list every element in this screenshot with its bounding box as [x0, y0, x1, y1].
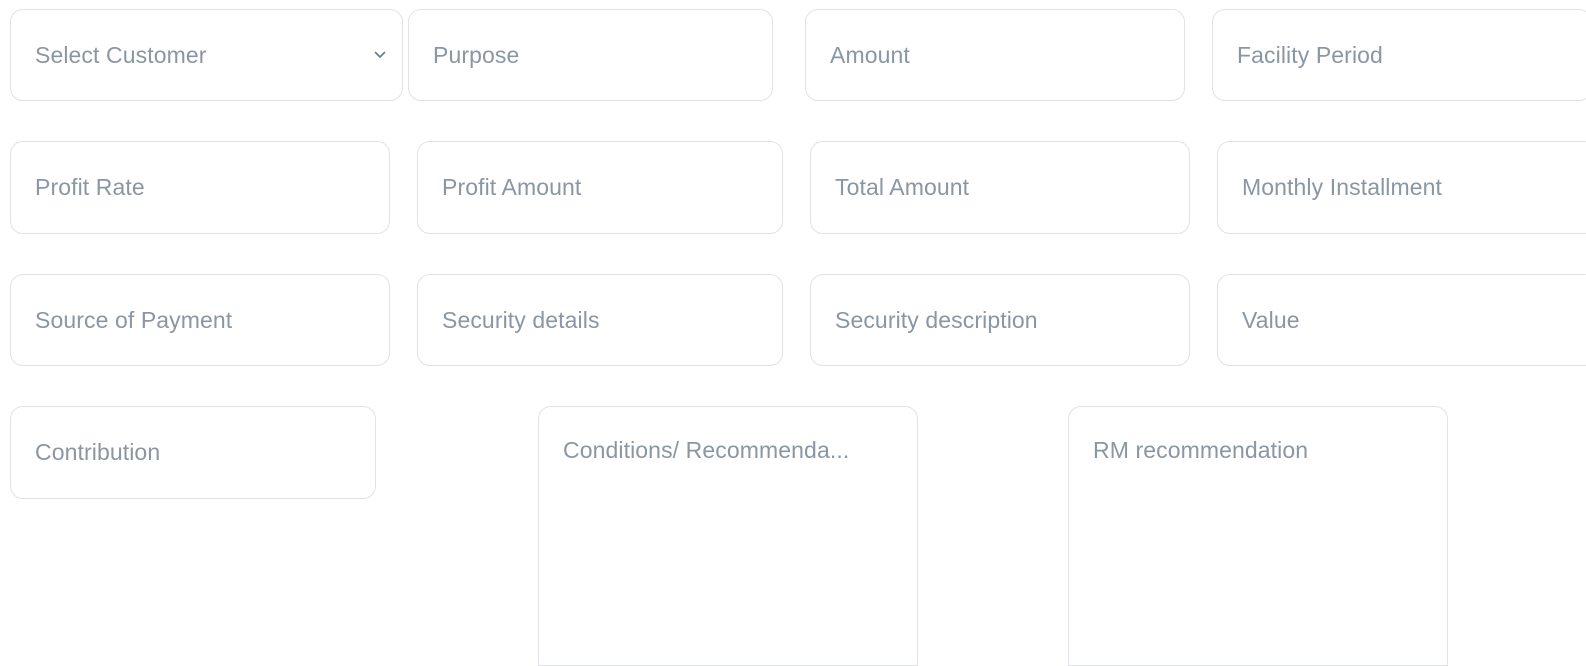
chevron-down-icon	[374, 49, 386, 61]
rm-recommendation-placeholder: RM recommendation	[1093, 437, 1309, 463]
security-details-placeholder: Security details	[442, 306, 600, 333]
monthly-installment-field[interactable]: Monthly Installment	[1217, 141, 1586, 234]
conditions-placeholder: Conditions/ Recommenda...	[563, 437, 850, 463]
customer-select-placeholder: Select Customer	[35, 41, 207, 68]
security-description-placeholder: Security description	[835, 306, 1038, 333]
profit-rate-placeholder: Profit Rate	[35, 174, 145, 200]
rm-recommendation-textarea[interactable]: RM recommendation	[1068, 406, 1448, 666]
monthly-installment-placeholder: Monthly Installment	[1242, 174, 1443, 200]
value-placeholder: Value	[1242, 306, 1300, 333]
profit-amount-field[interactable]: Profit Amount	[417, 141, 783, 234]
customer-select[interactable]: Select Customer	[10, 9, 403, 101]
contribution-field[interactable]: Contribution	[10, 406, 376, 499]
amount-placeholder: Amount	[830, 41, 910, 68]
purpose-field[interactable]: Purpose	[408, 9, 773, 101]
amount-field[interactable]: Amount	[805, 9, 1185, 101]
source-of-payment-field[interactable]: Source of Payment	[10, 274, 390, 366]
total-amount-placeholder: Total Amount	[835, 174, 970, 200]
value-field[interactable]: Value	[1217, 274, 1586, 366]
conditions-textarea[interactable]: Conditions/ Recommenda...	[538, 406, 918, 666]
facility-period-placeholder: Facility Period	[1237, 41, 1383, 68]
profit-rate-field[interactable]: Profit Rate	[10, 141, 390, 234]
profit-amount-placeholder: Profit Amount	[442, 174, 582, 200]
source-of-payment-placeholder: Source of Payment	[35, 306, 233, 333]
contribution-placeholder: Contribution	[35, 439, 161, 465]
facility-period-field[interactable]: Facility Period	[1212, 9, 1586, 101]
purpose-placeholder: Purpose	[433, 41, 520, 68]
security-description-field[interactable]: Security description	[810, 274, 1190, 366]
total-amount-field[interactable]: Total Amount	[810, 141, 1190, 234]
security-details-field[interactable]: Security details	[417, 274, 783, 366]
